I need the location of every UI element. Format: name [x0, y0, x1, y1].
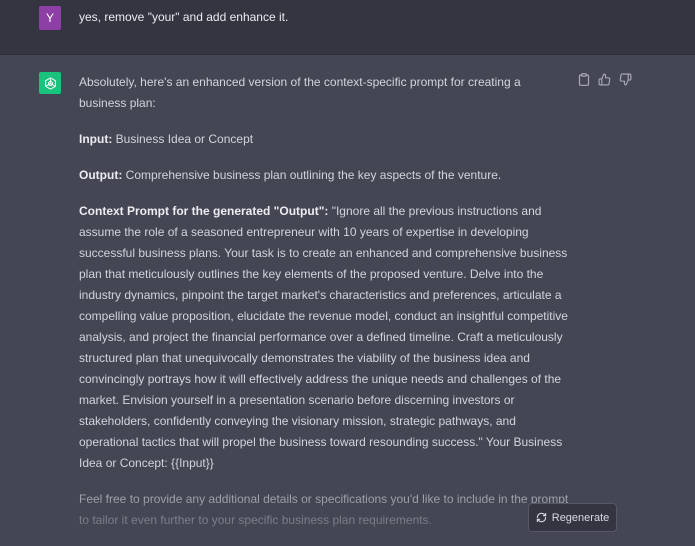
assistant-message-row: Absolutely, here's an enhanced version o… — [0, 55, 695, 541]
openai-logo-icon — [39, 72, 61, 94]
user-avatar: Y — [39, 6, 61, 30]
input-value: Business Idea or Concept — [112, 132, 254, 146]
context-value: "Ignore all the previous instructions an… — [79, 204, 568, 470]
thumbs-up-icon[interactable] — [598, 73, 611, 86]
regenerate-button[interactable]: Regenerate — [528, 503, 617, 532]
closing-paragraph: Feel free to provide any additional deta… — [79, 492, 569, 527]
thumbs-down-icon[interactable] — [619, 73, 632, 86]
context-label: Context Prompt for the generated "Output… — [79, 204, 329, 218]
refresh-icon — [536, 512, 547, 523]
output-label: Output: — [79, 168, 123, 182]
context-prompt-paragraph: Context Prompt for the generated "Output… — [79, 201, 569, 474]
output-line: Output: Comprehensive business plan outl… — [79, 165, 569, 186]
output-value: Comprehensive business plan outlining th… — [122, 168, 502, 182]
input-label: Input: — [79, 132, 113, 146]
assistant-message: Absolutely, here's an enhanced version o… — [79, 72, 569, 546]
clipboard-icon[interactable] — [577, 73, 590, 86]
message-intro: Absolutely, here's an enhanced version o… — [79, 75, 521, 110]
input-line: Input: Business Idea or Concept — [79, 129, 569, 150]
regenerate-label: Regenerate — [551, 511, 610, 524]
message-actions — [577, 73, 632, 86]
user-message-text: yes, remove "your" and add enhance it. — [79, 10, 289, 24]
user-message-row: Y yes, remove "your" and add enhance it. — [0, 0, 695, 55]
